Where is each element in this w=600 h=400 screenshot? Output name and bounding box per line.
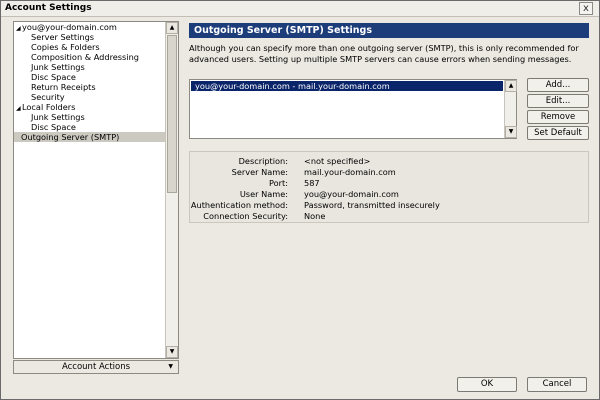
tree-scrollbar[interactable]: ▲ ▼ xyxy=(165,22,178,358)
scroll-down-icon[interactable]: ▼ xyxy=(505,126,517,138)
remove-button[interactable]: Remove xyxy=(527,110,589,124)
detail-row-security: Connection Security: None xyxy=(190,211,590,221)
title-bar: Account Settings x xyxy=(1,1,599,17)
connection-security-label: Connection Security: xyxy=(203,211,288,221)
close-icon[interactable]: x xyxy=(579,2,593,15)
tree-item-label: Copies & Folders xyxy=(31,42,100,52)
add-button[interactable]: Add... xyxy=(527,78,589,92)
account-tree-rows: ◢you@your-domain.com Server Settings Copie… xyxy=(14,22,166,142)
detail-row-port: Port: 587 xyxy=(190,178,590,188)
scroll-down-icon[interactable]: ▼ xyxy=(166,346,178,358)
tree-item[interactable]: ◢Local Folders xyxy=(14,102,166,112)
description-value: <not specified> xyxy=(304,156,371,166)
tree-item[interactable]: Outgoing Server (SMTP) xyxy=(14,132,166,142)
scroll-up-icon[interactable]: ▲ xyxy=(505,80,517,92)
tree-item-label: Junk Settings xyxy=(31,62,85,72)
server-name-value: mail.your-domain.com xyxy=(304,167,396,177)
user-name-value: you@your-domain.com xyxy=(304,189,399,199)
server-list-scrollbar[interactable]: ▲ ▼ xyxy=(504,80,517,138)
edit-button[interactable]: Edit... xyxy=(527,94,589,108)
cancel-button[interactable]: Cancel xyxy=(527,377,587,392)
detail-row-description: Description: <not specified> xyxy=(190,156,590,166)
detail-row-auth: Authentication method: Password, transmi… xyxy=(190,200,590,210)
user-name-label: User Name: xyxy=(239,189,288,199)
tree-item[interactable]: Disc Space xyxy=(14,72,166,82)
tree-item-label: Junk Settings xyxy=(31,112,85,122)
tree-item-label: Composition & Addressing xyxy=(31,52,139,62)
account-actions-label: Account Actions xyxy=(61,362,131,372)
tree-item[interactable]: Composition & Addressing xyxy=(14,52,166,62)
tree-item[interactable]: Security xyxy=(14,92,166,102)
smtp-description: Although you can specify more than one o… xyxy=(189,43,579,64)
tree-item[interactable]: Junk Settings xyxy=(14,112,166,122)
auth-method-value: Password, transmitted insecurely xyxy=(304,200,440,210)
server-details: Description: <not specified> Server Name… xyxy=(189,151,589,223)
set-default-button[interactable]: Set Default xyxy=(527,126,589,140)
tree-item-label: Server Settings xyxy=(31,32,95,42)
account-actions-button[interactable]: Account Actions ▼ xyxy=(13,360,179,374)
description-label: Description: xyxy=(238,156,288,166)
tree-item-label: you@your-domain.com xyxy=(22,22,117,32)
tree-item[interactable]: Junk Settings xyxy=(14,62,166,72)
tree-item-label: Local Folders xyxy=(22,102,76,112)
smtp-server-item[interactable]: you@your-domain.com - mail.your-domain.c… xyxy=(191,81,503,91)
tree-item[interactable]: ◢you@your-domain.com xyxy=(14,22,166,32)
server-name-label: Server Name: xyxy=(231,167,288,177)
tree-item-label: Disc Space xyxy=(31,122,76,132)
tree-item-label: Disc Space xyxy=(31,72,76,82)
tree-item[interactable]: Disc Space xyxy=(14,122,166,132)
port-value: 587 xyxy=(304,178,320,188)
scroll-thumb[interactable] xyxy=(167,35,177,193)
tree-item-label: Security xyxy=(31,92,65,102)
detail-row-server-name: Server Name: mail.your-domain.com xyxy=(190,167,590,177)
page-title: Outgoing Server (SMTP) Settings xyxy=(189,23,589,38)
tree-item[interactable]: Return Receipts xyxy=(14,82,166,92)
port-label: Port: xyxy=(269,178,288,188)
account-tree: ◢you@your-domain.com Server Settings Copie… xyxy=(13,21,179,359)
tree-item-label: Return Receipts xyxy=(31,82,96,92)
smtp-server-list[interactable]: you@your-domain.com - mail.your-domain.c… xyxy=(189,79,517,139)
tree-item[interactable]: Server Settings xyxy=(14,32,166,42)
window-title: Account Settings xyxy=(5,3,92,13)
tree-item-label: Outgoing Server (SMTP) xyxy=(21,132,120,142)
auth-method-label: Authentication method: xyxy=(190,200,288,210)
chevron-down-icon: ▼ xyxy=(168,363,173,370)
scroll-up-icon[interactable]: ▲ xyxy=(166,22,178,34)
detail-row-user-name: User Name: you@your-domain.com xyxy=(190,189,590,199)
account-settings-window: Account Settings x ◢you@your-domain.com S… xyxy=(0,0,600,400)
connection-security-value: None xyxy=(304,211,326,221)
server-buttons: Add... Edit... Remove Set Default xyxy=(527,78,589,142)
ok-button[interactable]: OK xyxy=(457,377,517,392)
tree-item[interactable]: Copies & Folders xyxy=(14,42,166,52)
